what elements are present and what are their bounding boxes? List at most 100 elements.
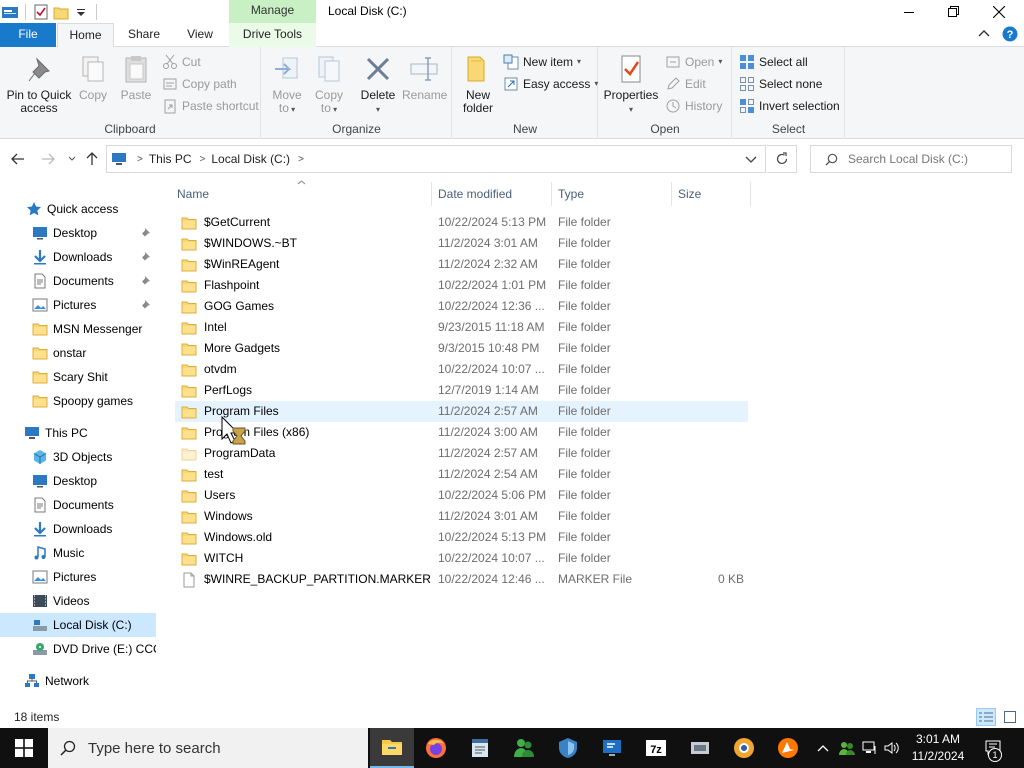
breadcrumb-local-disk[interactable]: Local Disk (C:): [211, 152, 290, 166]
manage-context-tab[interactable]: Manage: [229, 0, 316, 23]
nav-network[interactable]: Network: [0, 669, 156, 693]
taskbar-clock[interactable]: 3:01 AM 11/2/2024: [898, 731, 978, 765]
column-header-date[interactable]: Date modified: [432, 182, 552, 206]
rename-button[interactable]: Rename: [402, 53, 447, 102]
breadcrumb-this-pc[interactable]: This PC: [149, 152, 192, 166]
nav-quick-item-scary-shit[interactable]: Scary Shit: [0, 365, 156, 389]
taskbar-app-device-app[interactable]: [678, 728, 722, 768]
copy-to-button[interactable]: Copy to ▾: [310, 53, 348, 116]
delete-button[interactable]: Delete ▾: [358, 53, 398, 116]
new-folder-qat-icon[interactable]: [53, 4, 69, 20]
nav-quick-item-spoopy-games[interactable]: Spoopy games: [0, 389, 156, 413]
taskbar-app-file-explorer[interactable]: [370, 728, 414, 768]
nav-pc-item-dvd-drive-e-cccoma-x64fre-en-us-dv9[interactable]: DVD Drive (E:) CCCOMA_X64FRE_EN-US_DV9: [0, 637, 156, 661]
nav-pc-item-downloads[interactable]: Downloads: [0, 517, 156, 541]
nav-quick-access[interactable]: Quick access: [0, 197, 156, 221]
new-item-button[interactable]: New item ▾: [503, 52, 581, 72]
new-folder-button[interactable]: New folder: [459, 53, 497, 115]
taskbar-app-avast[interactable]: [766, 728, 810, 768]
minimize-button[interactable]: [886, 0, 932, 23]
recent-locations-button[interactable]: [64, 149, 80, 169]
nav-pc-item-videos[interactable]: Videos: [0, 589, 156, 613]
file-row[interactable]: Users 10/22/2024 5:06 PM File folder: [175, 485, 748, 506]
file-row[interactable]: $WINDOWS.~BT 11/2/2024 3:01 AM File folder: [175, 233, 748, 254]
show-hidden-icons-button[interactable]: [814, 728, 832, 768]
file-row[interactable]: $GetCurrent 10/22/2024 5:13 PM File folder: [175, 212, 748, 233]
nav-pc-item-documents[interactable]: Documents: [0, 493, 156, 517]
nav-quick-item-onstar[interactable]: onstar: [0, 341, 156, 365]
forward-button[interactable]: [40, 149, 56, 169]
invert-selection-button[interactable]: Invert selection: [739, 96, 840, 116]
file-row[interactable]: More Gadgets 9/3/2015 10:48 PM File folder: [175, 338, 748, 359]
taskbar-app-remote-app[interactable]: [590, 728, 634, 768]
qat-dropdown-icon[interactable]: [73, 4, 89, 20]
file-row[interactable]: Intel 9/23/2015 11:18 AM File folder: [175, 317, 748, 338]
file-row[interactable]: WITCH 10/22/2024 10:07 ... File folder: [175, 548, 748, 569]
maximize-button[interactable]: [930, 0, 976, 23]
file-row[interactable]: Program Files (x86) 11/2/2024 3:00 AM File…: [175, 422, 748, 443]
start-button[interactable]: [0, 728, 48, 768]
copy-button[interactable]: Copy: [76, 53, 110, 102]
nav-pc-item-music[interactable]: Music: [0, 541, 156, 565]
paste-shortcut-button[interactable]: Paste shortcut: [162, 96, 259, 116]
open-button[interactable]: Open ▾: [665, 52, 722, 72]
file-row[interactable]: test 11/2/2024 2:54 AM File folder: [175, 464, 748, 485]
file-row[interactable]: Windows 11/2/2024 3:01 AM File folder: [175, 506, 748, 527]
help-icon[interactable]: ?: [1002, 26, 1018, 42]
column-header-name[interactable]: Name: [171, 180, 432, 206]
column-header-size[interactable]: Size: [672, 182, 751, 206]
address-bar[interactable]: > This PC > Local Disk (C:) >: [106, 145, 766, 173]
taskbar-search[interactable]: Type here to search: [48, 728, 368, 768]
nav-quick-item-desktop[interactable]: Desktop: [0, 221, 156, 245]
taskbar-app-shield-app[interactable]: [546, 728, 590, 768]
search-box[interactable]: Search Local Disk (C:): [810, 145, 1012, 173]
nav-quick-item-msn-messenger[interactable]: MSN Messenger: [0, 317, 156, 341]
history-button[interactable]: History: [665, 96, 722, 116]
large-icons-view-button[interactable]: [1000, 708, 1020, 726]
file-row[interactable]: Flashpoint 10/22/2024 1:01 PM File folder: [175, 275, 748, 296]
file-row[interactable]: $WinREAgent 11/2/2024 2:32 AM File folder: [175, 254, 748, 275]
tray-people-icon[interactable]: [836, 728, 858, 768]
tray-network-icon[interactable]: [860, 728, 880, 768]
close-button[interactable]: [976, 0, 1022, 23]
properties-qat-icon[interactable]: [33, 4, 49, 20]
tab-view[interactable]: View: [176, 23, 224, 47]
file-row[interactable]: ProgramData 11/2/2024 2:57 AM File folder: [175, 443, 748, 464]
nav-pc-item-local-disk-c[interactable]: Local Disk (C:): [0, 613, 156, 637]
nav-quick-item-pictures[interactable]: Pictures: [0, 293, 156, 317]
move-to-button[interactable]: Move to ▾: [268, 53, 306, 116]
select-none-button[interactable]: Select none: [739, 74, 822, 94]
file-row[interactable]: PerfLogs 12/7/2019 1:14 AM File folder: [175, 380, 748, 401]
nav-pc-item-desktop[interactable]: Desktop: [0, 469, 156, 493]
pin-to-quick-access-button[interactable]: Pin to Quick access: [6, 53, 72, 115]
refresh-button[interactable]: [767, 145, 797, 173]
taskbar-app-notepad-app[interactable]: [458, 728, 502, 768]
nav-pc-item-3d-objects[interactable]: 3D Objects: [0, 445, 156, 469]
tab-home[interactable]: Home: [57, 23, 114, 48]
paste-button[interactable]: Paste: [116, 53, 156, 102]
file-row[interactable]: otvdm 10/22/2024 10:07 ... File folder: [175, 359, 748, 380]
tab-drive-tools[interactable]: Drive Tools: [229, 23, 316, 47]
nav-this-pc[interactable]: This PC: [0, 421, 156, 445]
address-history-dropdown-icon[interactable]: [745, 156, 757, 164]
file-row[interactable]: Windows.old 10/22/2024 5:13 PM File folder: [175, 527, 748, 548]
edit-button[interactable]: Edit: [665, 74, 706, 94]
tab-file[interactable]: File: [0, 23, 56, 47]
nav-pc-item-pictures[interactable]: Pictures: [0, 565, 156, 589]
tab-share[interactable]: Share: [120, 23, 168, 47]
select-all-button[interactable]: Select all: [739, 52, 808, 72]
easy-access-button[interactable]: Easy access ▾: [503, 74, 598, 94]
properties-button[interactable]: Properties ▾: [603, 53, 659, 116]
nav-quick-item-downloads[interactable]: Downloads: [0, 245, 156, 269]
nav-quick-item-documents[interactable]: Documents: [0, 269, 156, 293]
details-view-button[interactable]: [976, 708, 996, 726]
taskbar-app-msn-messenger[interactable]: [502, 728, 546, 768]
collapse-ribbon-icon[interactable]: [978, 29, 990, 39]
cut-button[interactable]: Cut: [162, 52, 201, 72]
up-button[interactable]: [84, 149, 100, 169]
file-row[interactable]: Program Files 11/2/2024 2:57 AM File folde…: [175, 401, 748, 422]
column-header-type[interactable]: Type: [552, 182, 672, 206]
taskbar-app-browser-app[interactable]: [722, 728, 766, 768]
file-row[interactable]: $WINRE_BACKUP_PARTITION.MARKER 10/22/2024…: [175, 569, 748, 590]
taskbar-app-firefox[interactable]: [414, 728, 458, 768]
